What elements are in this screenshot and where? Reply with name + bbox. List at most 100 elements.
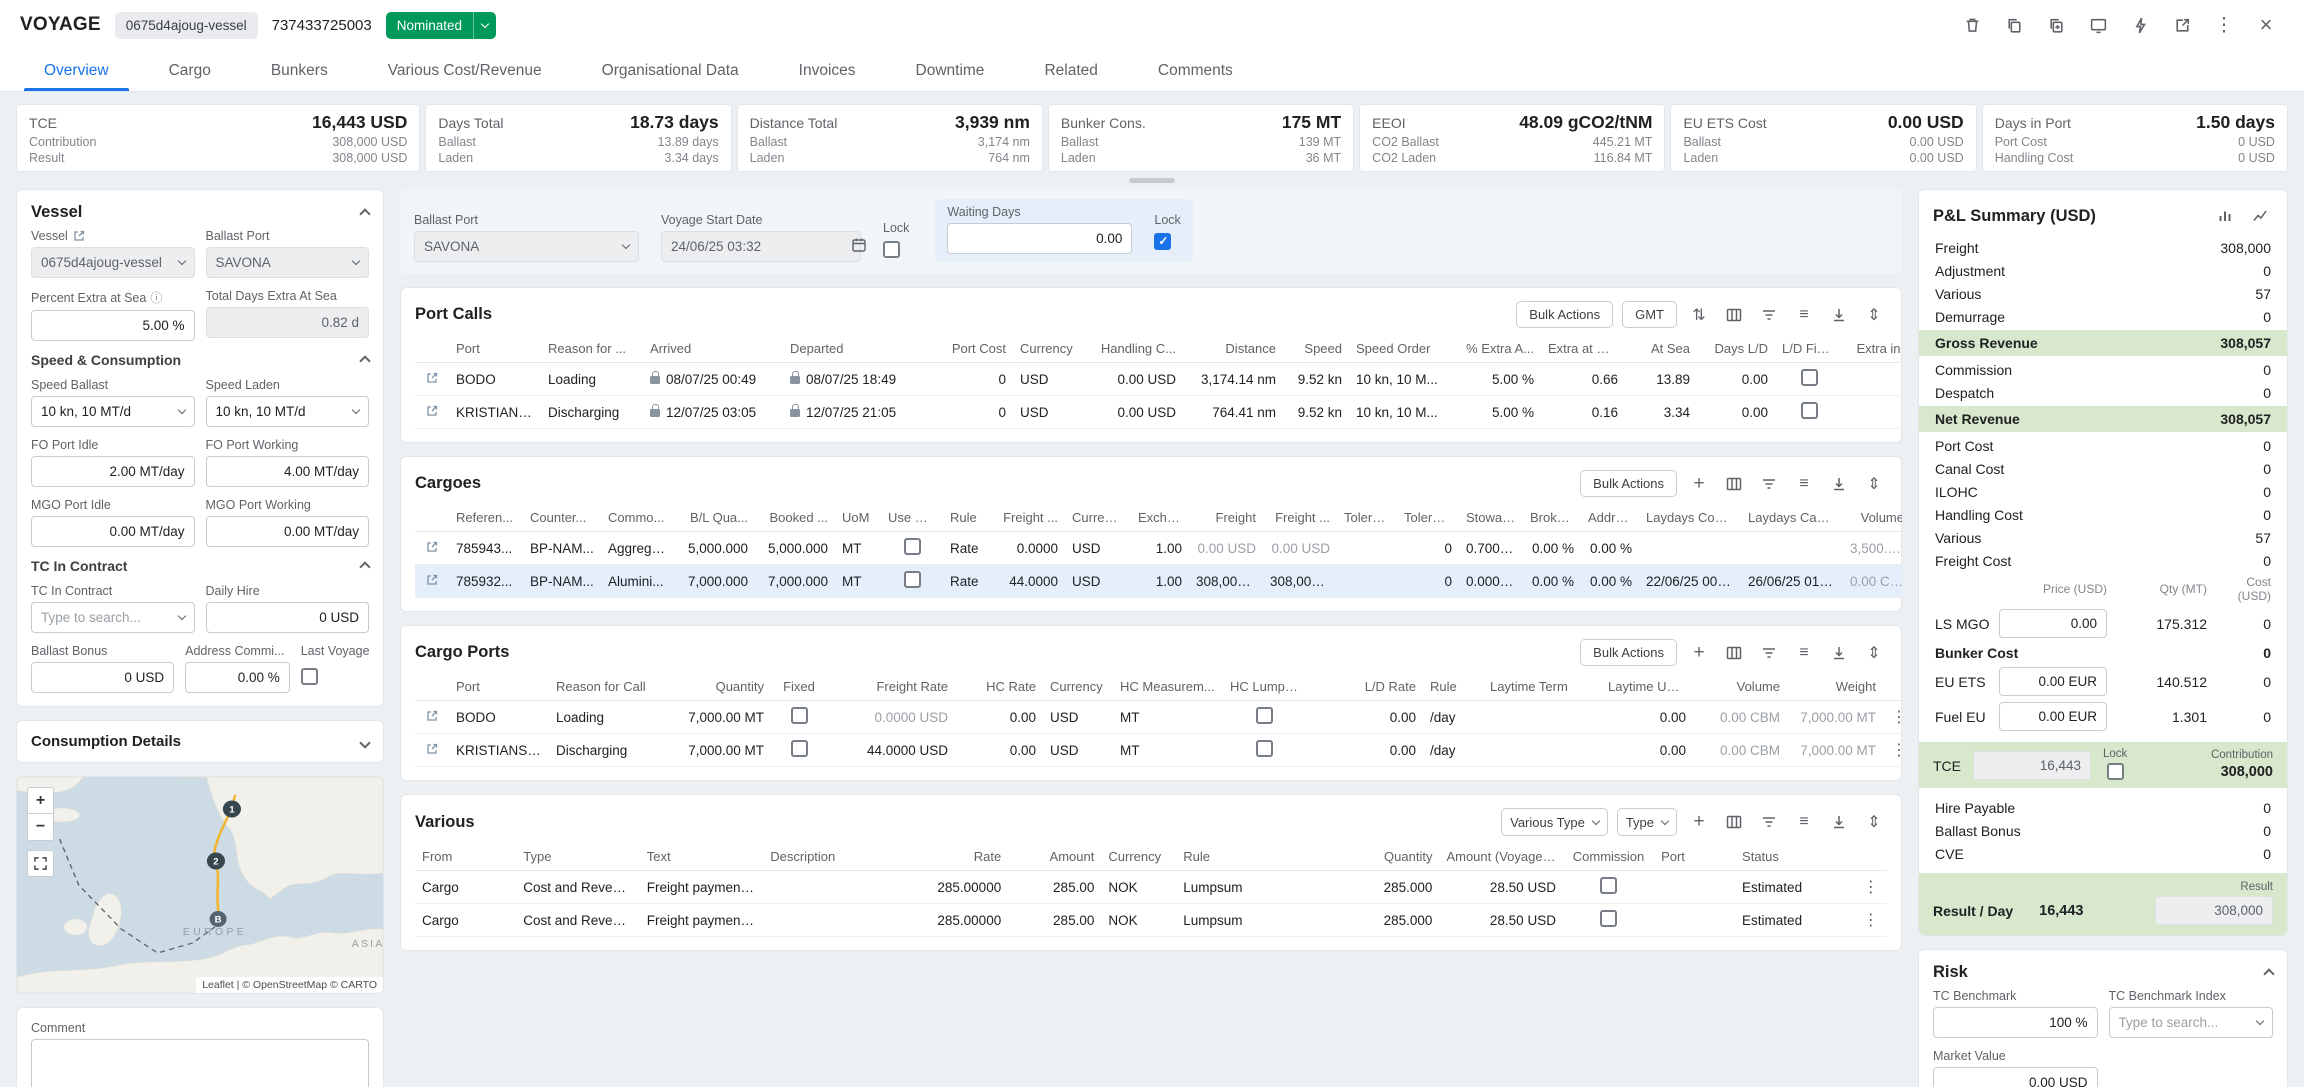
fo-port-working-input[interactable] bbox=[206, 456, 370, 487]
filter-icon[interactable] bbox=[1756, 471, 1782, 497]
open-row-icon[interactable] bbox=[425, 742, 439, 756]
line-chart-icon[interactable] bbox=[2247, 203, 2273, 229]
status-badge[interactable]: Nominated bbox=[386, 12, 496, 39]
open-row-icon[interactable] bbox=[425, 540, 439, 554]
column-header[interactable]: Freight Rate bbox=[827, 673, 955, 701]
bolt-icon[interactable] bbox=[2122, 7, 2158, 43]
copy-icon[interactable] bbox=[1996, 7, 2032, 43]
column-header[interactable]: Counter... bbox=[523, 504, 601, 532]
column-header[interactable]: Stowage bbox=[1459, 504, 1523, 532]
download-icon[interactable] bbox=[1826, 640, 1852, 666]
column-header[interactable]: Port bbox=[449, 673, 549, 701]
type-select[interactable]: Type bbox=[1617, 808, 1677, 836]
column-header[interactable]: Rate bbox=[887, 843, 1008, 871]
column-header[interactable]: Speed Order bbox=[1349, 335, 1453, 363]
mgo-port-idle-input[interactable] bbox=[31, 516, 195, 547]
table-row[interactable]: BODO Loading 08/07/25 00:49 08/07/25 18:… bbox=[415, 363, 1902, 396]
column-header[interactable]: Arrived bbox=[643, 335, 783, 363]
fixed-checkbox[interactable] bbox=[791, 740, 808, 757]
divider-handle[interactable] bbox=[1129, 178, 1175, 183]
column-header[interactable]: Port bbox=[1654, 843, 1735, 871]
duplicate-icon[interactable] bbox=[2038, 7, 2074, 43]
chevron-down-icon[interactable] bbox=[473, 12, 496, 39]
column-header[interactable]: Exchan... bbox=[1131, 504, 1189, 532]
tab-overview[interactable]: Overview bbox=[14, 50, 139, 91]
column-header[interactable]: Amount (Voyage C... bbox=[1439, 843, 1563, 871]
column-header[interactable]: Weight bbox=[1787, 673, 1883, 701]
tab-various-cost-revenue[interactable]: Various Cost/Revenue bbox=[358, 50, 572, 91]
column-header[interactable]: Type bbox=[516, 843, 640, 871]
expand-icon[interactable] bbox=[361, 734, 369, 750]
collapse-icon[interactable] bbox=[361, 352, 369, 368]
menu-icon[interactable]: ≡ bbox=[1791, 471, 1817, 497]
calendar-icon[interactable] bbox=[851, 237, 867, 256]
table-row[interactable]: BODO Loading 7,000.00 MT 0.0000 USD 0.00… bbox=[415, 701, 1902, 734]
waiting-days-input[interactable] bbox=[947, 223, 1132, 254]
speed-laden-select[interactable]: 10 kn, 10 MT/d bbox=[206, 396, 370, 427]
column-header[interactable]: Reason for Call bbox=[549, 673, 661, 701]
tc-benchmark-input[interactable] bbox=[1933, 1007, 2098, 1038]
collapse-icon[interactable] bbox=[361, 205, 369, 221]
delete-icon[interactable] bbox=[1954, 7, 1990, 43]
columns-icon[interactable] bbox=[1721, 302, 1747, 328]
menu-icon[interactable]: ≡ bbox=[1791, 809, 1817, 835]
unfold-icon[interactable]: ⇕ bbox=[1861, 809, 1887, 835]
map-attribution[interactable]: Leaflet | © OpenStreetMap © CARTO bbox=[196, 977, 383, 993]
template-icon[interactable] bbox=[2080, 7, 2116, 43]
fullscreen-icon[interactable] bbox=[27, 850, 54, 877]
columns-icon[interactable] bbox=[1721, 471, 1747, 497]
column-header[interactable]: Handling C... bbox=[1085, 335, 1183, 363]
column-header[interactable]: Days L/D bbox=[1697, 335, 1775, 363]
column-header[interactable]: Referen... bbox=[449, 504, 523, 532]
columns-icon[interactable] bbox=[1721, 640, 1747, 666]
use-max-checkbox[interactable] bbox=[904, 571, 921, 588]
row-menu-icon[interactable]: ⋮ bbox=[1863, 912, 1879, 929]
fuel-eu-price-input[interactable] bbox=[1999, 702, 2107, 731]
column-header[interactable]: Speed bbox=[1283, 335, 1349, 363]
various-type-select[interactable]: Various Type bbox=[1501, 808, 1608, 836]
comment-textarea[interactable] bbox=[31, 1039, 369, 1087]
column-header[interactable]: Freight ... bbox=[1263, 504, 1337, 532]
mgo-port-working-input[interactable] bbox=[206, 516, 370, 547]
table-row[interactable]: KRISTIANSAND Discharging 7,000.00 MT 44.… bbox=[415, 734, 1902, 767]
column-header[interactable]: Extra in Port bbox=[1843, 335, 1902, 363]
column-header[interactable]: Volume bbox=[1693, 673, 1787, 701]
ballast-bonus-input[interactable] bbox=[31, 662, 174, 693]
menu-icon[interactable]: ≡ bbox=[1791, 302, 1817, 328]
market-value-input[interactable] bbox=[1933, 1067, 2098, 1087]
collapse-icon[interactable] bbox=[361, 558, 369, 574]
column-header[interactable]: Freight bbox=[1189, 504, 1263, 532]
row-menu-icon[interactable]: ⋮ bbox=[1891, 709, 1902, 726]
commission-checkbox[interactable] bbox=[1600, 877, 1617, 894]
column-header[interactable]: Use Ma... bbox=[881, 504, 943, 532]
ls-mgo-price-input[interactable] bbox=[1999, 609, 2107, 638]
tab-downtime[interactable]: Downtime bbox=[886, 50, 1015, 91]
vessel-select[interactable]: 0675d4ajoug-vessel bbox=[31, 247, 195, 278]
hc-lumpsum-checkbox[interactable] bbox=[1256, 740, 1273, 757]
tab-bunkers[interactable]: Bunkers bbox=[241, 50, 358, 91]
column-header[interactable]: Laydays Commence bbox=[1639, 504, 1741, 532]
table-row[interactable]: Cargo Cost and Revenue Freight payment t… bbox=[415, 904, 1887, 937]
filter-icon[interactable] bbox=[1756, 640, 1782, 666]
column-header[interactable]: Currency bbox=[1043, 673, 1113, 701]
external-link-icon[interactable] bbox=[72, 229, 86, 243]
column-header[interactable]: L/D Rate bbox=[1305, 673, 1423, 701]
column-header[interactable]: At Sea bbox=[1625, 335, 1697, 363]
column-header[interactable]: Volume bbox=[1843, 504, 1902, 532]
column-header[interactable]: Laytime Used bbox=[1601, 673, 1693, 701]
column-header[interactable]: Amount bbox=[1008, 843, 1101, 871]
more-icon[interactable]: ⋮ bbox=[2206, 7, 2242, 43]
filter-icon[interactable] bbox=[1756, 809, 1782, 835]
daily-hire-input[interactable] bbox=[206, 602, 370, 633]
add-icon[interactable]: + bbox=[1686, 471, 1712, 497]
row-menu-icon[interactable]: ⋮ bbox=[1891, 742, 1902, 759]
unfold-icon[interactable]: ⇕ bbox=[1861, 471, 1887, 497]
ld-fixed-checkbox[interactable] bbox=[1801, 402, 1818, 419]
fo-port-idle-input[interactable] bbox=[31, 456, 195, 487]
column-header[interactable]: Freight ... bbox=[995, 504, 1065, 532]
column-header[interactable]: Currency bbox=[1101, 843, 1176, 871]
column-header[interactable]: Reason for ... bbox=[541, 335, 643, 363]
bar-chart-icon[interactable] bbox=[2212, 203, 2238, 229]
bulk-actions-button[interactable]: Bulk Actions bbox=[1516, 301, 1613, 328]
column-header[interactable]: Status bbox=[1735, 843, 1854, 871]
